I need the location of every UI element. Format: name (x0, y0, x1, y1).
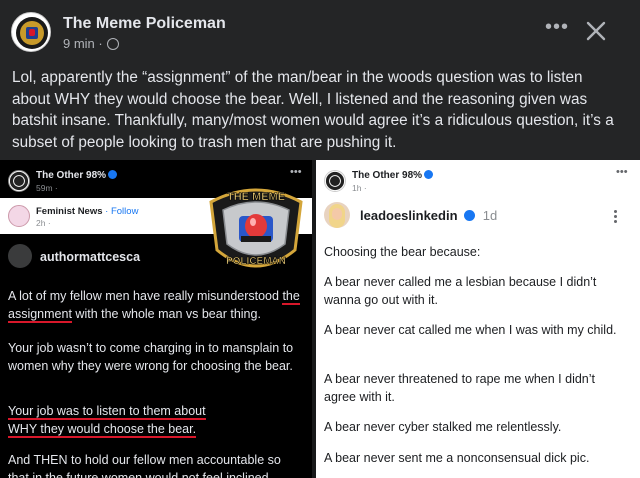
right-line-0: Choosing the bear because: (324, 245, 481, 259)
verified-icon (464, 210, 476, 221)
meme-police-badge-watermark: THE MEME POLICEMAN (209, 188, 303, 268)
page-avatar[interactable] (11, 12, 51, 52)
left-paragraph-3: Your job was to listen to them about WHY… (8, 403, 304, 439)
right-line-3: A bear never threatened to rape me when … (324, 372, 596, 404)
post-text: Lol, apparently the “assignment” of the … (12, 69, 614, 151)
right-more-vertical-icon (612, 210, 620, 224)
author-avatar (8, 244, 32, 268)
verified-icon (108, 170, 118, 179)
p1-text-c: with the whole man vs bear thing. (71, 306, 261, 321)
watermark-top-text: THE MEME (227, 191, 285, 203)
globe-logo-icon (9, 171, 29, 191)
page-name[interactable]: The Meme Policeman (63, 15, 226, 33)
shared-page-text: Feminist News (36, 206, 103, 217)
right-page-name-text: The Other 98% (352, 170, 423, 181)
police-badge-icon (13, 14, 50, 51)
right-author-time: 1d (482, 208, 498, 223)
right-line-5: A bear never sent me a nonconsensual dic… (324, 451, 590, 465)
shared-time: 2h · (36, 218, 51, 228)
right-author-line: leadoeslinkedin 1d (360, 208, 497, 223)
right-page-name: The Other 98% (352, 170, 434, 181)
left-page-avatar (8, 170, 30, 192)
right-line-2: A bear never cat called me when I was wi… (324, 323, 617, 337)
post-header: The Meme Policeman 9 min · ••• (0, 0, 640, 62)
post-time[interactable]: 9 min · (63, 36, 103, 51)
more-options-button[interactable]: ••• (545, 17, 569, 37)
globe-icon (106, 37, 119, 50)
close-icon[interactable] (585, 20, 607, 42)
p3-underlined-a: Your job was to listen to them about (8, 404, 206, 420)
left-page-name: The Other 98% (36, 170, 118, 181)
left-paragraph-4: And THEN to hold our fellow men accounta… (8, 453, 281, 478)
right-author-name: leadoeslinkedin (360, 208, 458, 223)
author-photo-avatar (324, 202, 350, 228)
right-line-4: A bear never cyber stalked me relentless… (324, 420, 562, 434)
watermark-bottom-text: POLICEMAN (226, 256, 286, 267)
left-paragraph-1: A lot of my fellow men have really misun… (8, 288, 304, 324)
left-author-name: authormattcesca (40, 250, 141, 264)
post-meta: 9 min · (63, 36, 119, 51)
feminist-news-logo (8, 205, 30, 227)
globe-logo-icon (325, 171, 345, 191)
right-screenshot[interactable]: The Other 98% 1h · ••• leadoeslinkedin 1… (316, 160, 640, 478)
shared-page-name: Feminist News · Follow (36, 206, 138, 217)
left-time: 59m · (36, 183, 58, 193)
verified-icon (424, 170, 434, 179)
left-more-icon: ••• (290, 166, 302, 178)
right-page-avatar (324, 170, 346, 192)
left-paragraph-2: Your job wasn’t to come charging in to m… (8, 341, 294, 373)
p3-underlined-b: WHY they would choose the bear. (8, 421, 197, 438)
right-time: 1h · (352, 183, 367, 193)
p1-text-a: A lot of my fellow men have really misun… (8, 289, 279, 303)
right-more-icon: ••• (616, 166, 628, 178)
right-line-1: A bear never called me a lesbian because… (324, 275, 597, 307)
left-page-name-text: The Other 98% (36, 170, 107, 181)
follow-link: · Follow (105, 206, 139, 217)
